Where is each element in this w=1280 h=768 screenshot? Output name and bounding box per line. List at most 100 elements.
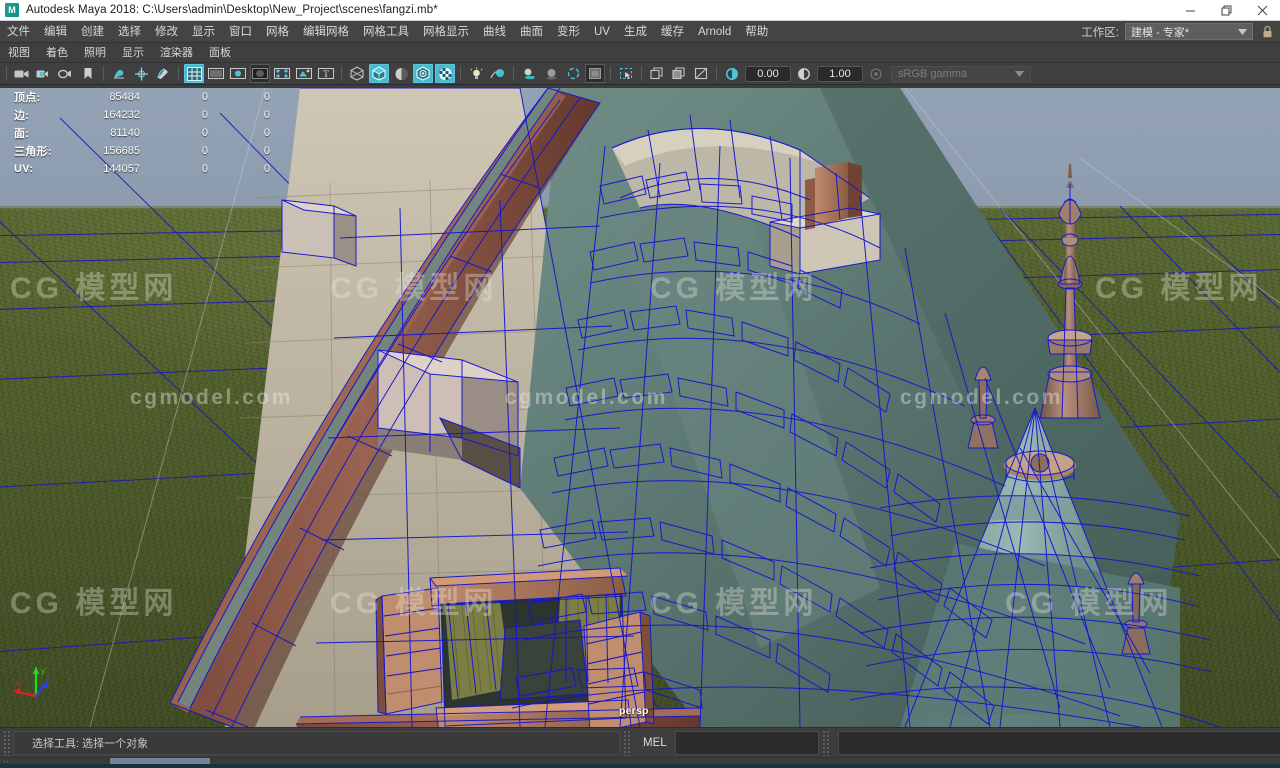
viewport-horizon-line <box>0 206 1280 211</box>
viewport-hud-statistics: 顶点: 85484 0 0 边: 164232 0 0 面: 81140 0 0… <box>14 88 270 178</box>
view-cube-icon[interactable] <box>669 64 689 83</box>
hud-edges-selected: 0 <box>201 109 208 121</box>
menu-edit-mesh[interactable]: 编辑网格 <box>296 21 356 43</box>
statusbar-grip-handle[interactable] <box>3 729 11 756</box>
exposure-icon[interactable] <box>722 64 742 83</box>
hud-label-uvs: UV: <box>14 163 34 175</box>
hud-row-vertices: 顶点: 85484 0 0 <box>14 88 270 106</box>
panelmenu-renderer[interactable]: 渲染器 <box>152 43 201 63</box>
menu-arnold[interactable]: Arnold <box>691 21 738 43</box>
gamma-value-field[interactable]: 1.00 <box>817 65 863 82</box>
panelmenu-shading[interactable]: 着色 <box>38 43 76 63</box>
hud-row-faces: 面: 81140 0 0 <box>14 124 270 142</box>
use-all-lights-icon[interactable] <box>488 64 508 83</box>
textured-icon[interactable] <box>413 64 433 83</box>
svg-text:T: T <box>323 69 329 79</box>
maya-app-logo-icon: M <box>5 3 19 17</box>
svg-text:z: z <box>48 677 52 686</box>
menu-mesh[interactable]: 网格 <box>259 21 296 43</box>
toolbar-separator <box>6 66 7 81</box>
bookmark-icon[interactable] <box>78 64 98 83</box>
motion-blur-icon[interactable] <box>563 64 583 83</box>
hud-faces-total: 81140 <box>110 127 140 139</box>
menu-edit[interactable]: 编辑 <box>37 21 74 43</box>
viewport-panel-menu-bar: 视图 着色 照明 显示 渲染器 面板 <box>0 43 1280 63</box>
panel-zoom-icon[interactable] <box>691 64 711 83</box>
image-plane-icon[interactable] <box>153 64 173 83</box>
menu-help[interactable]: 帮助 <box>738 21 775 43</box>
mel-command-field[interactable] <box>674 730 819 755</box>
toolbar-separator <box>513 66 514 81</box>
gamma-icon[interactable] <box>794 64 814 83</box>
menu-generate[interactable]: 生成 <box>617 21 654 43</box>
safe-action-icon[interactable] <box>294 64 314 83</box>
menu-mesh-tools[interactable]: 网格工具 <box>356 21 416 43</box>
smooth-shade-icon[interactable] <box>369 64 389 83</box>
workspace-dropdown[interactable]: 建模 - 专家* <box>1125 23 1253 40</box>
exposure-value-field[interactable]: 0.00 <box>745 65 791 82</box>
panelmenu-show[interactable]: 显示 <box>114 43 152 63</box>
shaded-wireframe-icon[interactable] <box>391 64 411 83</box>
perspective-viewport[interactable]: CG 模型网 CG 模型网 CG 模型网 CG 模型网 cgmodel.com … <box>0 88 1280 727</box>
text-overlay-icon[interactable]: T <box>316 64 336 83</box>
menu-modify[interactable]: 修改 <box>148 21 185 43</box>
toolbar-separator <box>103 66 104 81</box>
camera-icon[interactable] <box>12 64 32 83</box>
panelmenu-view[interactable]: 视图 <box>0 43 38 63</box>
close-button[interactable] <box>1244 0 1280 21</box>
menu-cache[interactable]: 缓存 <box>654 21 691 43</box>
hud-uvs-total: 144057 <box>103 163 140 175</box>
maximize-restore-button[interactable] <box>1208 0 1244 21</box>
hud-label-triangles: 三角形: <box>14 146 52 158</box>
shadows-icon[interactable] <box>131 64 151 83</box>
wireframe-icon[interactable] <box>347 64 367 83</box>
isolate-select-icon[interactable] <box>616 64 636 83</box>
film-gate-icon[interactable] <box>206 64 226 83</box>
menu-curves[interactable]: 曲线 <box>476 21 513 43</box>
xray-icon[interactable] <box>585 64 605 83</box>
menu-display[interactable]: 显示 <box>185 21 222 43</box>
menu-uv[interactable]: UV <box>587 21 617 43</box>
status-bar: 选择工具: 选择一个对象 MEL {;} <box>0 727 1280 757</box>
viewport-ground-plane <box>0 208 1280 727</box>
gate-mask-icon[interactable] <box>250 64 270 83</box>
menu-select[interactable]: 选择 <box>111 21 148 43</box>
film-origin-icon[interactable] <box>272 64 292 83</box>
menu-file[interactable]: 文件 <box>0 21 37 43</box>
hud-edges-total: 164232 <box>103 109 140 121</box>
shadow-map-icon[interactable] <box>519 64 539 83</box>
checker-icon[interactable] <box>435 64 455 83</box>
two-sided-lighting-icon[interactable] <box>109 64 129 83</box>
grid-toggle-icon[interactable] <box>184 64 204 83</box>
menu-create[interactable]: 创建 <box>74 21 111 43</box>
mel-language-label[interactable]: MEL <box>643 737 667 749</box>
workspace-lock-icon[interactable] <box>1258 22 1276 42</box>
hud-label-vertices: 顶点: <box>14 92 41 104</box>
resolution-gate-icon[interactable] <box>228 64 248 83</box>
use-default-lighting-icon[interactable] <box>466 64 486 83</box>
camera-lock-icon[interactable] <box>34 64 54 83</box>
workspace-selector-group: 工作区: 建模 - 专家* <box>1081 21 1280 43</box>
menu-deform[interactable]: 变形 <box>550 21 587 43</box>
ambient-occlusion-icon[interactable] <box>541 64 561 83</box>
colorspace-dropdown[interactable]: sRGB gamma <box>891 65 1031 82</box>
hud-uvs-extra: 0 <box>263 163 270 175</box>
menu-surfaces[interactable]: 曲面 <box>513 21 550 43</box>
camera-attributes-icon[interactable] <box>56 64 76 83</box>
statusbar-grip-handle-2[interactable] <box>623 729 631 756</box>
viewport-grid-icon[interactable] <box>647 64 667 83</box>
panelmenu-lighting[interactable]: 照明 <box>76 43 114 63</box>
colorspace-value: sRGB gamma <box>898 67 968 80</box>
mel-input-field[interactable] <box>837 730 1280 755</box>
window-title: Autodesk Maya 2018: C:\Users\admin\Deskt… <box>26 4 438 16</box>
maya-application-window: M Autodesk Maya 2018: C:\Users\admin\Des… <box>0 0 1280 768</box>
menu-window[interactable]: 窗口 <box>222 21 259 43</box>
hud-label-faces: 面: <box>14 128 30 140</box>
window-titlebar: M Autodesk Maya 2018: C:\Users\admin\Des… <box>0 0 1280 21</box>
panelmenu-panels[interactable]: 面板 <box>201 43 239 63</box>
minimize-button[interactable] <box>1172 0 1208 21</box>
color-management-icon[interactable] <box>866 64 886 83</box>
statusbar-grip-handle-3[interactable] <box>821 729 830 756</box>
hud-row-edges: 边: 164232 0 0 <box>14 106 270 124</box>
menu-mesh-display[interactable]: 网格显示 <box>416 21 476 43</box>
